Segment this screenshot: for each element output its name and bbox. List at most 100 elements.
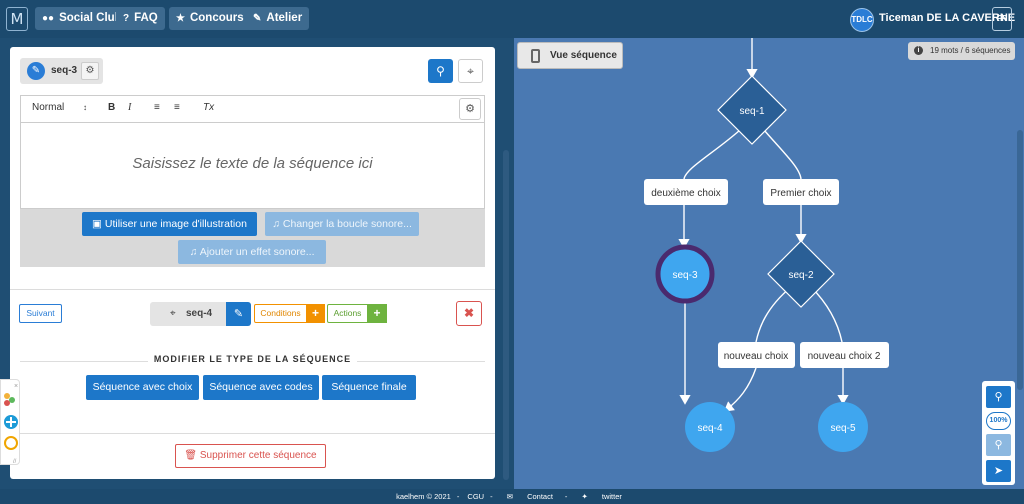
edge-seq2-right — [810, 286, 843, 343]
sequence-name-chip: ✎ seq-3 ⚙ — [20, 58, 103, 84]
edge-seq1-right — [763, 129, 802, 180]
format-select[interactable]: Normal — [32, 102, 64, 113]
edge-label-premier: Premier choix — [770, 188, 831, 199]
add-sound-effect-button[interactable]: ♫ Ajouter un effet sonore... — [178, 240, 326, 264]
zoom-out-button[interactable]: ⚲ — [986, 434, 1011, 456]
envelope-icon: ✉ — [506, 492, 516, 501]
bold-button[interactable]: B — [108, 102, 115, 113]
bulb-icon — [4, 436, 18, 450]
crosshair-icon: ⌖ — [467, 64, 474, 78]
language-selector[interactable]: FR — [992, 7, 1012, 31]
change-loop-sound-button[interactable]: ♫ Changer la boucle sonore... — [265, 212, 419, 236]
sequence-graph-canvas[interactable]: seq-1 deuxième choix Premier choix seq-3… — [514, 38, 1024, 489]
social-club-button[interactable]: ●● Social Club — [35, 7, 129, 30]
pointer-tool-button[interactable]: ➤ — [986, 460, 1011, 482]
next-sequence-name: seq-4 — [186, 308, 213, 319]
format-chevron-icon[interactable]: ↕ — [83, 103, 87, 112]
zoom-out-icon: ⚲ — [994, 439, 1003, 451]
pencil-icon: ✎ — [253, 13, 262, 24]
plus-icon: + — [311, 306, 319, 320]
users-icon: ●● — [42, 13, 55, 24]
user-avatar[interactable]: TDLC — [850, 8, 874, 32]
music-icon: ♫ — [272, 218, 283, 230]
bullet-list-icon[interactable]: ≡ — [174, 102, 180, 113]
faq-button[interactable]: ? FAQ — [116, 7, 165, 30]
type-heading: MODIFIER LE TYPE DE LA SÉQUENCE — [20, 354, 485, 364]
add-action-button[interactable]: + — [367, 304, 387, 323]
edge-seq2-left — [755, 286, 792, 343]
cursor-icon: ➤ — [993, 465, 1004, 477]
clear-format-button[interactable]: Tx — [203, 102, 214, 113]
graph-svg: seq-1 deuxième choix Premier choix seq-3… — [644, 38, 889, 452]
ordered-list-icon[interactable]: ≡ — [154, 102, 160, 113]
zoom-reset-button[interactable]: 100% — [986, 412, 1011, 430]
node-seq-4-label: seq-4 — [697, 423, 722, 434]
floating-widget[interactable]: × // — [0, 379, 20, 465]
twitter-icon: ✦ — [581, 492, 590, 501]
edge-to-seq4 — [723, 367, 757, 412]
sequence-text-editor[interactable]: Saisissez le texte de la séquence ici — [20, 123, 485, 209]
question-icon: ? — [123, 13, 130, 24]
locate-button[interactable]: ⌖ — [458, 59, 483, 83]
image-icon: ▣ — [92, 218, 105, 230]
footer: kaelhem © 2021- CGU - ✉ Contact - ✦ twitte… — [0, 489, 1024, 504]
sequence-view-button[interactable]: Vue séquence — [517, 42, 623, 69]
divider — [10, 433, 495, 434]
toolbar-gear-icon[interactable]: ⚙ — [459, 98, 481, 120]
media-options: ▣ Utiliser une image d'illustration ♫ Ch… — [20, 209, 485, 267]
conditions-button[interactable]: Conditions — [254, 304, 307, 323]
next-sequence-chip[interactable]: ⌖ seq-4 — [150, 302, 226, 326]
edge-label-nouveau-2: nouveau choix 2 — [808, 351, 881, 362]
node-seq-2-label: seq-2 — [788, 270, 813, 281]
word-count-badge: i 19 mots / 6 séquences — [908, 42, 1015, 60]
text-toolbar: Normal ↕ B I ≡ ≡ Tx ⚙ — [20, 95, 485, 123]
trophy-icon: ★ — [176, 13, 185, 24]
zoom-in-icon: ⚲ — [994, 391, 1003, 403]
editor-placeholder: Saisissez le texte de la séquence ici — [132, 155, 373, 172]
use-illustration-button[interactable]: ▣ Utiliser une image d'illustration — [82, 212, 257, 236]
edit-pencil-icon[interactable]: ✎ — [27, 62, 45, 80]
twitter-link[interactable]: ✦ twitter — [576, 492, 628, 501]
next-button[interactable]: Suivant — [19, 304, 62, 323]
gear-icon[interactable]: ⚙ — [81, 62, 99, 80]
contact-link[interactable]: ✉ Contact — [501, 492, 559, 501]
delete-sequence-button[interactable]: 🗑 Supprimer cette séquence — [175, 444, 326, 468]
widget-icons: × // — [4, 383, 18, 465]
target-icon: ⌖ — [170, 308, 176, 319]
edit-next-sequence-button[interactable]: ✎ — [226, 302, 251, 326]
add-condition-button[interactable]: + — [306, 304, 325, 323]
remove-choice-button[interactable]: ✖ — [456, 301, 482, 326]
dots-icon — [4, 393, 10, 399]
zoom-in-button[interactable]: ⚲ — [986, 386, 1011, 408]
top-navbar: M ●● Social Club ? FAQ ★ Concours ✎ Atelier … — [0, 0, 1024, 38]
atelier-button[interactable]: ✎ Atelier — [246, 7, 310, 30]
editor-scrollbar[interactable] — [503, 150, 509, 480]
divider — [10, 289, 495, 290]
music-icon: ♫ — [189, 246, 200, 258]
concours-button[interactable]: ★ Concours — [169, 7, 251, 30]
italic-button[interactable]: I — [128, 102, 131, 113]
type-final-button[interactable]: Séquence finale — [322, 375, 416, 400]
edit-icon: ✎ — [233, 308, 244, 320]
search-icon: ⚲ — [436, 64, 445, 78]
trash-icon: 🗑 — [184, 450, 200, 461]
plus-icon: + — [373, 306, 381, 320]
node-seq-3-label: seq-3 — [672, 270, 697, 281]
close-icon: ✖ — [463, 306, 475, 320]
copyright: kaelhem © 2021 — [396, 492, 451, 501]
type-codes-button[interactable]: Séquence avec codes — [203, 375, 319, 400]
sequence-name: seq-3 — [51, 65, 78, 76]
close-icon: × — [14, 383, 18, 390]
node-seq-5-label: seq-5 — [830, 423, 855, 434]
phone-icon — [531, 49, 540, 63]
actions-button[interactable]: Actions — [327, 304, 368, 323]
edge-seq1-left — [683, 129, 741, 180]
svg-text://: // — [13, 459, 17, 465]
graph-scrollbar[interactable] — [1017, 130, 1023, 390]
cgu-link[interactable]: CGU — [467, 492, 484, 501]
edge-label-deuxieme: deuxième choix — [651, 188, 720, 199]
info-icon: i — [914, 46, 923, 55]
search-button[interactable]: ⚲ — [428, 59, 453, 83]
type-choice-button[interactable]: Séquence avec choix — [86, 375, 199, 400]
app-logo[interactable]: M — [6, 7, 28, 31]
